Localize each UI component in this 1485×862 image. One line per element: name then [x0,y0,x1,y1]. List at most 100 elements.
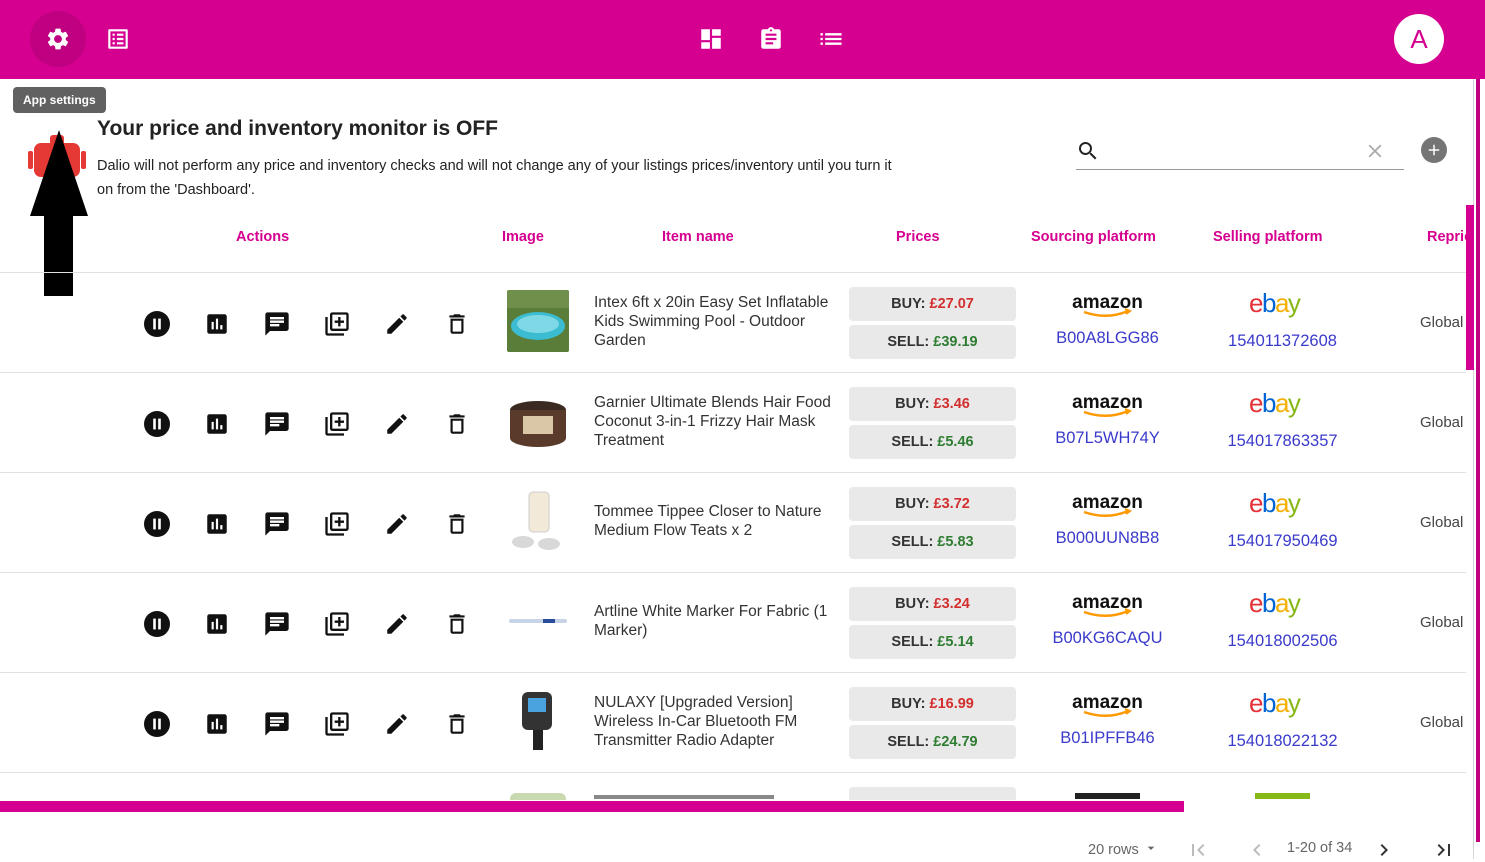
notes-icon[interactable] [263,510,291,538]
column-header-reprice[interactable]: Repric [1427,229,1466,245]
stats-icon[interactable] [203,710,231,738]
first-page-icon[interactable] [1186,838,1210,862]
buy-value: £3.24 [933,596,970,612]
sell-label: SELL: [887,334,930,350]
column-header-prices[interactable]: Prices [896,229,940,245]
ebay-item-link[interactable]: 154017950469 [1210,532,1355,551]
previous-page-icon[interactable] [1245,838,1269,862]
svg-text:amazon: amazon [1072,693,1143,713]
reprice-setting[interactable]: Global [1420,714,1463,731]
edit-icon[interactable] [383,410,411,438]
pause-icon[interactable] [143,310,171,338]
item-name[interactable]: Tommee Tippee Closer to Nature Medium Fl… [594,502,834,540]
asin-link[interactable]: B01IPFFB46 [1040,729,1175,748]
buy-price[interactable]: BUY: £16.99 [849,687,1016,721]
edit-icon[interactable] [383,310,411,338]
item-name[interactable]: NULAXY [Upgraded Version] Wireless In-Ca… [594,693,834,750]
ebay-item-link[interactable]: 154018002506 [1210,632,1355,651]
duplicate-icon[interactable] [323,610,351,638]
stats-icon[interactable] [203,610,231,638]
notes-icon[interactable] [263,710,291,738]
search-input[interactable] [1108,137,1358,163]
clear-search-icon[interactable] [1364,140,1386,167]
delete-icon[interactable] [443,410,471,438]
horizontal-scrollbar[interactable] [0,801,1184,812]
pause-icon[interactable] [143,710,171,738]
item-name[interactable]: Artline White Marker For Fabric (1 Marke… [594,602,834,640]
delete-icon[interactable] [443,310,471,338]
last-page-icon[interactable] [1432,838,1456,862]
edit-icon[interactable] [383,610,411,638]
rows-per-page-value: 20 rows [1088,841,1139,858]
sell-price[interactable]: SELL: £24.79 [849,725,1016,759]
edit-icon[interactable] [383,510,411,538]
amazon-logo: amazon [1070,692,1145,719]
list-icon[interactable] [811,19,851,59]
sell-price[interactable]: SELL: £39.19 [849,325,1016,359]
stats-icon[interactable] [203,310,231,338]
ebay-logo: ebay [1249,388,1315,419]
ebay-item-link[interactable]: 154018022132 [1210,732,1355,751]
reprice-setting[interactable]: Global [1420,514,1463,531]
item-name[interactable]: Garnier Ultimate Blends Hair Food Coconu… [594,393,834,450]
buy-price[interactable]: BUY: £3.24 [849,587,1016,621]
column-header-image[interactable]: Image [502,229,544,245]
listings-icon[interactable] [98,19,138,59]
ebay-logo: ebay [1249,488,1315,519]
stats-icon[interactable] [203,510,231,538]
duplicate-icon[interactable] [323,510,351,538]
sell-price[interactable]: SELL: £5.14 [849,625,1016,659]
buy-label: BUY: [895,596,930,612]
column-header-sourcing-platform[interactable]: Sourcing platform [1031,229,1156,245]
asin-link[interactable]: B000UUN8B8 [1040,529,1175,548]
column-header-selling-platform[interactable]: Selling platform [1213,229,1323,245]
amazon-logo: amazon [1070,492,1145,519]
app-header: A [0,0,1485,79]
buy-label: BUY: [895,396,930,412]
clipboard-icon[interactable] [751,19,791,59]
gear-icon[interactable] [30,11,86,67]
asin-link[interactable]: B00A8LGG86 [1040,329,1175,348]
pause-icon[interactable] [143,610,171,638]
column-header-item-name[interactable]: Item name [662,229,734,245]
next-page-icon[interactable] [1372,838,1396,862]
pause-icon[interactable] [143,410,171,438]
notes-icon[interactable] [263,310,291,338]
edit-icon[interactable] [383,710,411,738]
amazon-logo: amazon [1070,292,1145,319]
notes-icon[interactable] [263,410,291,438]
vertical-scrollbar[interactable] [1466,205,1474,370]
add-listing-button[interactable] [1421,137,1447,163]
item-name[interactable]: Intex 6ft x 20in Easy Set Inflatable Kid… [594,293,834,350]
stats-icon[interactable] [203,410,231,438]
avatar[interactable]: A [1394,14,1444,64]
duplicate-icon[interactable] [323,410,351,438]
reprice-setting[interactable]: Global [1420,414,1463,431]
rows-per-page-select[interactable]: 20 rows [1088,840,1159,860]
sell-label: SELL: [891,634,934,650]
buy-label: BUY: [891,296,926,312]
dashboard-icon[interactable] [691,19,731,59]
buy-price[interactable]: BUY: £3.72 [849,487,1016,521]
asin-link[interactable]: B00KG6CAQU [1040,629,1175,648]
sell-price[interactable]: SELL: £5.83 [849,525,1016,559]
sell-price[interactable]: SELL: £5.46 [849,425,1016,459]
column-header-actions[interactable]: Actions [236,229,289,245]
reprice-setting[interactable]: Global [1420,314,1463,331]
notes-icon[interactable] [263,610,291,638]
svg-text:ebay: ebay [1249,389,1301,418]
ebay-item-link[interactable]: 154017863357 [1210,432,1355,451]
reprice-setting[interactable]: Global [1420,614,1463,631]
delete-icon[interactable] [443,710,471,738]
delete-icon[interactable] [443,610,471,638]
buy-price[interactable]: BUY: £3.46 [849,387,1016,421]
ebay-item-link[interactable]: 154011372608 [1210,332,1355,351]
asin-link[interactable]: B07L5WH74Y [1040,429,1175,448]
delete-icon[interactable] [443,510,471,538]
pause-icon[interactable] [143,510,171,538]
buy-price[interactable]: BUY: £27.07 [849,287,1016,321]
duplicate-icon[interactable] [323,710,351,738]
table-row: Intex 6ft x 20in Easy Set Inflatable Kid… [0,273,1466,373]
buy-value: £27.07 [929,296,974,312]
duplicate-icon[interactable] [323,310,351,338]
